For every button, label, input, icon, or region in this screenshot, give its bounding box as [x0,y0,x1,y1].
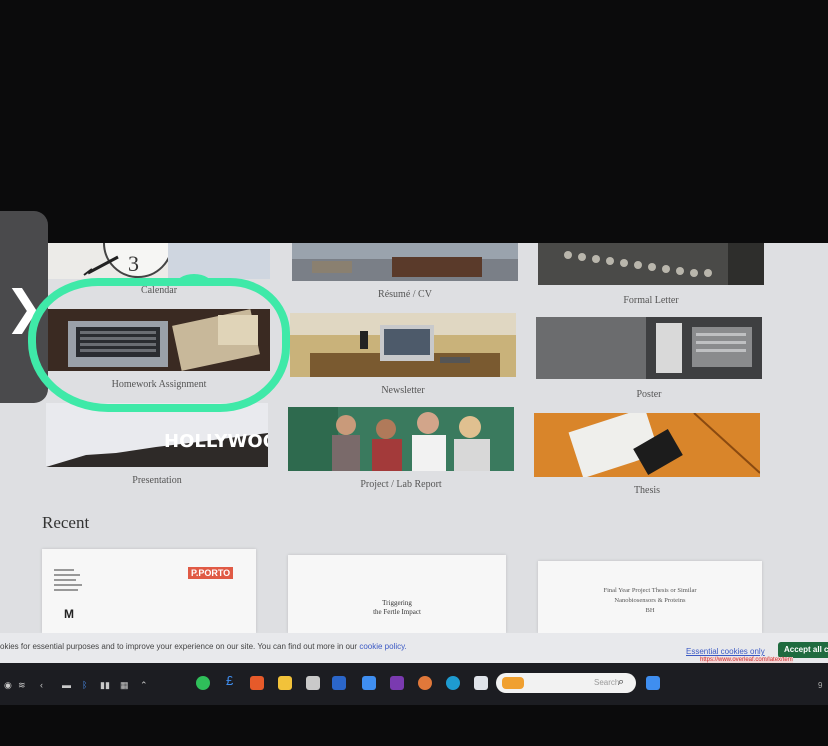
newsletter-thumbnail [290,313,516,377]
hollywood-sign: HOLLYWOOD [164,431,268,452]
poster-thumbnail [536,317,762,379]
office-icon[interactable] [250,676,264,690]
windows-start-icon[interactable] [646,676,660,690]
resume-thumbnail [292,243,518,281]
doc-title-line1: Triggering [382,599,412,607]
onenote-icon[interactable] [390,676,404,690]
wifi-icon[interactable]: ≋ [18,680,26,691]
keyboard-icon[interactable]: ▦ [120,680,129,691]
tile-label-poster: Poster [636,389,662,400]
tile-newsletter[interactable]: Newsletter [290,313,516,399]
cookie-message: okies for essential purposes and to impr… [0,642,407,651]
doc-initial: M [64,607,74,621]
copilot-icon[interactable] [418,676,432,690]
file-explorer-icon[interactable] [278,676,292,690]
lab-report-thumbnail [288,407,514,471]
pporto-logo: P.PORTO [188,567,234,579]
highlight-annotation-tail [175,274,213,298]
doc-line1: Final Year Project Thesis or Similar [603,587,697,594]
clock-numeral: 3 [128,251,139,276]
recent-doc-3[interactable]: Final Year Project Thesis or Similar Nan… [538,561,762,633]
search-highlight-icon [502,677,524,689]
edge-icon[interactable] [446,676,460,690]
taskbar-search-box[interactable]: Search ⌕ [496,673,636,693]
doc-title-line2: the Fertle Impact [373,608,421,616]
highlight-annotation [28,278,290,412]
typewriter-thumbnail [538,243,764,285]
tile-label-thesis: Thesis [633,485,661,496]
clock-image: 3 [48,243,270,279]
tile-label-resume-cv: Résumé / CV [378,289,432,300]
tile-project-lab-report[interactable]: Project / Lab Report [288,407,514,493]
tile-resume-cv[interactable]: Résumé / CV [292,243,518,303]
chevron-up-icon[interactable]: ⌃ [140,680,148,691]
cookie-banner: okies for essential purposes and to impr… [0,633,828,663]
tile-label-formal-letter: Formal Letter [623,295,679,306]
accept-all-cookies-button[interactable]: Accept all c [778,642,828,658]
tile-presentation[interactable]: HOLLYWOOD Presentation [46,403,268,489]
recent-heading: Recent [42,513,90,532]
euro-app-icon[interactable]: £ [226,673,240,688]
clock-text: 9 [818,681,823,690]
battery-icon[interactable]: ▬ [62,680,71,690]
doc-text-lines [54,569,82,591]
cookie-message-text: okies for essential purposes and to impr… [0,642,360,651]
tile-formal-letter[interactable]: Formal Letter [538,243,764,306]
calendar-thumbnail: 3 [48,243,270,279]
doc-line2: Nanobiosensors & Proteins [614,597,686,604]
search-icon: ⌕ [618,676,625,688]
window-app-icon[interactable] [474,676,488,690]
speaker-icon[interactable]: ‹ [40,680,43,690]
cookie-policy-link[interactable]: cookie policy. [359,642,406,651]
recent-doc-1[interactable]: P.PORTO M [42,549,256,633]
doc-line3: BH [645,607,655,614]
tile-poster[interactable]: Poster [536,317,762,403]
tile-label-newsletter: Newsletter [381,385,425,396]
essential-cookies-button[interactable]: Essential cookies only [686,647,765,656]
word-icon[interactable] [332,676,346,690]
tile-label-project-lab-report: Project / Lab Report [360,479,442,490]
thesis-thumbnail [534,413,760,477]
windows-taskbar: ◉ ≋ ‹ ▬ ᛒ ▮▮ ▦ ⌃ £ Search ⌕ 9 [0,663,828,705]
tray-icon[interactable]: ▮▮ [100,680,110,691]
store-icon[interactable] [362,676,376,690]
tile-label-presentation: Presentation [132,475,182,486]
taskbar-search-placeholder: Search [594,678,620,687]
whatsapp-icon[interactable] [196,676,210,690]
tile-thesis[interactable]: Thesis [534,413,760,499]
stack-app-icon[interactable] [306,676,320,690]
network-icon[interactable]: ◉ [4,680,12,691]
recent-doc-2[interactable]: Triggering the Fertle Impact [288,555,506,633]
presentation-thumbnail: HOLLYWOOD [46,403,268,467]
bluetooth-icon[interactable]: ᛒ [82,680,87,690]
